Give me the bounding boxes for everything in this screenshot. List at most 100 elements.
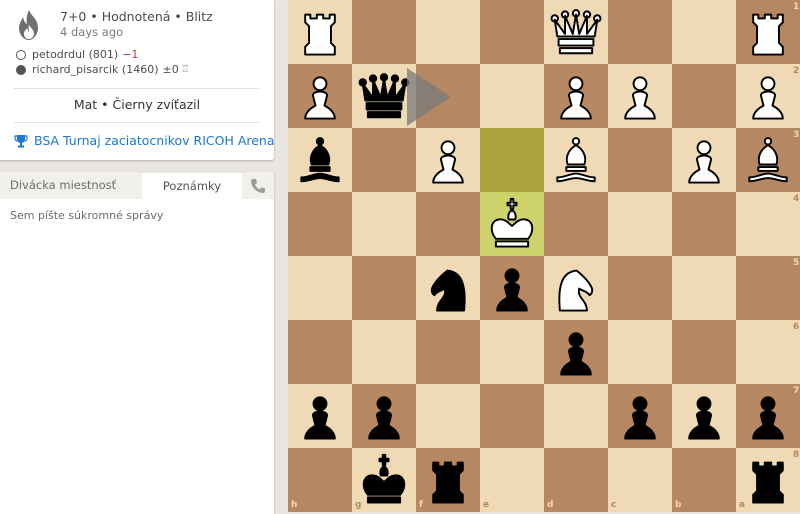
square-c5[interactable]	[608, 256, 672, 320]
rank-label: 4	[793, 194, 800, 204]
square-b4[interactable]	[672, 192, 736, 256]
white-rook-icon[interactable]	[288, 0, 352, 64]
black-knight-icon[interactable]	[416, 256, 480, 320]
rank-label: 5	[793, 258, 800, 268]
players-list: petodrdul (801) −1 richard_pisarcik (146…	[16, 47, 190, 77]
voice-chat-button[interactable]	[242, 172, 274, 199]
black-pawn-icon[interactable]	[736, 384, 800, 448]
blitz-fire-icon	[19, 10, 38, 40]
chat-tabs: Divácka miestnosť Poznámky	[0, 172, 274, 199]
black-king-icon[interactable]	[352, 448, 416, 512]
white-pawn-icon[interactable]	[672, 128, 736, 192]
game-result: Mat • Čierny zvíťazil	[73, 97, 201, 112]
black-bishop-icon[interactable]	[288, 128, 352, 192]
divider	[14, 122, 260, 123]
square-e6[interactable]	[480, 320, 544, 384]
file-label: e	[483, 500, 490, 510]
file-label: f	[419, 500, 423, 510]
player-black: richard_pisarcik (1460) ±0 ♖	[16, 62, 190, 77]
white-pawn-icon[interactable]	[608, 64, 672, 128]
white-queen-icon[interactable]	[544, 0, 608, 64]
square-g5[interactable]	[352, 256, 416, 320]
square-e7[interactable]	[480, 384, 544, 448]
white-pawn-icon[interactable]	[736, 64, 800, 128]
square-h8[interactable]	[288, 448, 352, 512]
move-arrow	[407, 68, 451, 126]
square-f6[interactable]	[416, 320, 480, 384]
square-b6[interactable]	[672, 320, 736, 384]
square-b5[interactable]	[672, 256, 736, 320]
square-b2[interactable]	[672, 64, 736, 128]
square-c4[interactable]	[608, 192, 672, 256]
file-label: h	[291, 500, 298, 510]
phone-icon	[251, 179, 265, 193]
chat-panel: Divácka miestnosť Poznámky	[0, 172, 274, 514]
square-g3[interactable]	[352, 128, 416, 192]
square-g1[interactable]	[352, 0, 416, 64]
file-label: c	[611, 500, 617, 510]
black-pawn-icon[interactable]	[288, 384, 352, 448]
chess-board[interactable]: 1 2 3 4 5 6 7 8 h g f e d c b a	[288, 0, 800, 514]
square-c3[interactable]	[608, 128, 672, 192]
analysis-page: 7+0 • Hodnotená • Blitz 4 days ago petod…	[0, 0, 800, 514]
white-bishop-icon[interactable]	[736, 128, 800, 192]
provisional-icon: ♖	[180, 64, 190, 75]
rank-label: 1	[793, 2, 800, 12]
square-c1[interactable]	[608, 0, 672, 64]
square-f7[interactable]	[416, 384, 480, 448]
black-pawn-icon[interactable]	[544, 320, 608, 384]
square-a6[interactable]	[736, 320, 800, 384]
white-king-icon[interactable]	[480, 192, 544, 256]
tournament-link[interactable]: BSA Turnaj zaciatocnikov RICOH Arena	[34, 133, 275, 148]
square-d7[interactable]	[544, 384, 608, 448]
white-bishop-icon[interactable]	[544, 128, 608, 192]
rank-label: 6	[793, 322, 800, 332]
white-pawn-icon[interactable]	[544, 64, 608, 128]
game-info-card: 7+0 • Hodnotená • Blitz 4 days ago petod…	[0, 0, 275, 160]
divider	[14, 88, 260, 89]
square-e3[interactable]	[480, 128, 544, 192]
square-a5[interactable]	[736, 256, 800, 320]
square-e2[interactable]	[480, 64, 544, 128]
square-b8[interactable]	[672, 448, 736, 512]
square-f1[interactable]	[416, 0, 480, 64]
white-pawn-icon[interactable]	[288, 64, 352, 128]
white-pawn-icon[interactable]	[416, 128, 480, 192]
square-f4[interactable]	[416, 192, 480, 256]
rank-label: 3	[793, 130, 800, 140]
square-a4[interactable]	[736, 192, 800, 256]
tab-notes[interactable]: Poznámky	[142, 172, 242, 199]
white-rating-diff: −1	[122, 48, 139, 61]
player-white: petodrdul (801) −1	[16, 47, 190, 62]
square-d8[interactable]	[544, 448, 608, 512]
trophy-icon	[14, 134, 28, 147]
square-h5[interactable]	[288, 256, 352, 320]
square-e8[interactable]	[480, 448, 544, 512]
white-player-link[interactable]: petodrdul (801)	[32, 47, 118, 62]
square-e1[interactable]	[480, 0, 544, 64]
square-c6[interactable]	[608, 320, 672, 384]
file-label: a	[739, 500, 746, 510]
black-rook-icon[interactable]	[416, 448, 480, 512]
white-knight-icon[interactable]	[544, 256, 608, 320]
rank-label: 8	[793, 450, 800, 460]
file-label: d	[547, 500, 554, 510]
square-h6[interactable]	[288, 320, 352, 384]
square-b1[interactable]	[672, 0, 736, 64]
square-g6[interactable]	[352, 320, 416, 384]
square-c8[interactable]	[608, 448, 672, 512]
black-player-link[interactable]: richard_pisarcik (1460)	[32, 62, 159, 77]
white-rook-icon[interactable]	[736, 0, 800, 64]
black-pawn-icon[interactable]	[480, 256, 544, 320]
square-g4[interactable]	[352, 192, 416, 256]
square-d4[interactable]	[544, 192, 608, 256]
tab-spectator-room[interactable]: Divácka miestnosť	[0, 172, 142, 199]
file-label: b	[675, 500, 682, 510]
black-pawn-icon[interactable]	[672, 384, 736, 448]
game-mode: 7+0 • Hodnotená • Blitz	[60, 9, 213, 24]
black-pawn-icon[interactable]	[608, 384, 672, 448]
black-pawn-icon[interactable]	[352, 384, 416, 448]
square-h4[interactable]	[288, 192, 352, 256]
notes-input[interactable]	[0, 199, 274, 514]
black-rook-icon[interactable]	[736, 448, 800, 512]
